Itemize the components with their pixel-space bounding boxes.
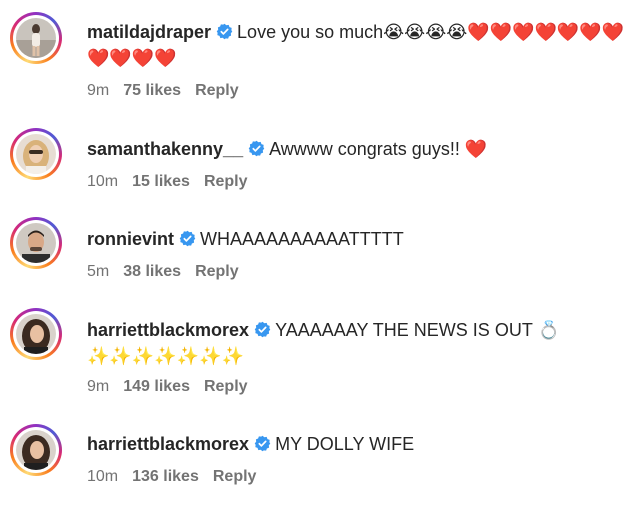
avatar[interactable] [10, 308, 62, 360]
comment-text-block: harriettblackmorex MY DOLLY WIFE [87, 431, 628, 457]
username[interactable]: ronnievint [87, 229, 174, 249]
verified-badge-icon [179, 230, 196, 247]
comment-text-block: harriettblackmorex YAAAAAAY THE NEWS IS O… [87, 317, 628, 369]
comment-text-block: matildajdraper Love you so much😭😭😭😭❤️❤️❤️… [87, 19, 628, 71]
username[interactable]: harriettblackmorex [87, 434, 249, 454]
likes-count[interactable]: 136 likes [132, 468, 199, 485]
comment-body: Awwww congrats guys!! ❤️ [269, 139, 488, 159]
comment-text-block: ronnievint WHAAAAAAAAAATTTTT [87, 226, 628, 252]
verified-badge-icon [248, 140, 265, 157]
comment-meta: 10m 136 likes Reply [87, 468, 270, 486]
verified-badge-icon [216, 23, 233, 40]
timestamp: 5m [87, 263, 110, 280]
comment-meta: 9m 75 likes Reply [87, 82, 253, 100]
verified-badge-icon [254, 321, 271, 338]
timestamp: 10m [87, 468, 119, 485]
blonde-woman-avatar-icon [16, 134, 56, 174]
timestamp: 9m [87, 378, 110, 395]
comment-text-block: samanthakenny__ Awwww congrats guys!! ❤️ [87, 136, 628, 162]
reply-button[interactable]: Reply [204, 173, 248, 190]
reply-button[interactable]: Reply [204, 378, 248, 395]
comment-meta: 9m 149 likes Reply [87, 378, 262, 396]
woman-standing-avatar-icon [16, 18, 56, 58]
comment-meta: 10m 15 likes Reply [87, 173, 262, 191]
comment-meta: 5m 38 likes Reply [87, 263, 253, 281]
man-avatar-icon [16, 223, 56, 263]
avatar[interactable] [10, 217, 62, 269]
timestamp: 10m [87, 173, 119, 190]
avatar[interactable] [10, 424, 62, 476]
reply-button[interactable]: Reply [213, 468, 257, 485]
brunette-woman-avatar-icon [16, 430, 56, 470]
reply-button[interactable]: Reply [195, 263, 239, 280]
username[interactable]: samanthakenny__ [87, 139, 243, 159]
likes-count[interactable]: 15 likes [132, 173, 190, 190]
likes-count[interactable]: 38 likes [123, 263, 181, 280]
comment-body: MY DOLLY WIFE [275, 434, 415, 454]
likes-count[interactable]: 75 likes [123, 82, 181, 99]
verified-badge-icon [254, 435, 271, 452]
timestamp: 9m [87, 82, 110, 99]
avatar[interactable] [10, 128, 62, 180]
avatar[interactable] [10, 12, 62, 64]
comment-body: WHAAAAAAAAAATTTTT [200, 229, 404, 249]
brunette-woman-avatar-icon [16, 314, 56, 354]
likes-count[interactable]: 149 likes [123, 378, 190, 395]
username[interactable]: harriettblackmorex [87, 320, 249, 340]
username[interactable]: matildajdraper [87, 22, 211, 42]
reply-button[interactable]: Reply [195, 82, 239, 99]
